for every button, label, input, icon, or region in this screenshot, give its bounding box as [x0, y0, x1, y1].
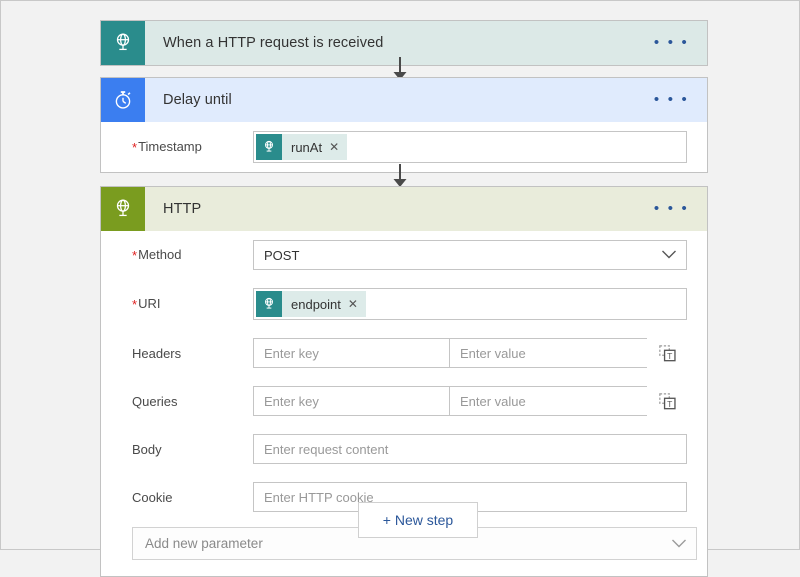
card-header-delay-until[interactable]: Delay until • • • [101, 78, 707, 122]
body-input[interactable]: Enter request content [253, 434, 687, 464]
field-control-uri: endpoint ✕ [253, 288, 687, 320]
add-new-parameter-label: Add new parameter [145, 536, 263, 551]
field-row-queries: Queries Enter key Enter value T [121, 377, 687, 425]
chevron-down-icon [671, 536, 687, 551]
field-label-queries: Queries [121, 394, 253, 409]
required-asterisk: * [132, 248, 137, 263]
card-header-trigger[interactable]: When a HTTP request is received • • • [101, 21, 707, 65]
close-icon[interactable]: ✕ [348, 298, 366, 310]
card-title-delay-until: Delay until [145, 92, 644, 108]
action-card-trigger[interactable]: When a HTTP request is received • • • [100, 20, 708, 66]
headers-value-input[interactable]: Enter value [449, 338, 647, 368]
timestamp-input[interactable]: runAt ✕ [253, 131, 687, 163]
field-row-uri: *URI [121, 279, 687, 329]
chevron-down-icon [661, 248, 677, 263]
card-body-delay-until: *Timestamp [101, 122, 707, 172]
field-control-timestamp: runAt ✕ [253, 131, 687, 163]
field-control-method: POST [253, 240, 687, 270]
queries-key-input[interactable]: Enter key [253, 386, 449, 416]
field-row-body: Body Enter request content [121, 425, 687, 473]
field-control-body: Enter request content [253, 434, 687, 464]
switch-to-text-mode-icon[interactable]: T [647, 393, 687, 410]
card-menu-button-http[interactable]: • • • [644, 204, 707, 214]
token-label: runAt [282, 140, 329, 155]
card-title-http: HTTP [145, 201, 644, 217]
field-label-uri: *URI [121, 296, 253, 312]
action-card-delay-until[interactable]: Delay until • • • *Timestamp [100, 77, 708, 173]
globe-icon [256, 134, 282, 160]
field-label-method: *Method [121, 247, 253, 263]
field-row-method: *Method POST [121, 231, 687, 279]
svg-text:T: T [667, 350, 672, 360]
designer-canvas: When a HTTP request is received • • • [1, 1, 799, 549]
card-menu-button-trigger[interactable]: • • • [644, 38, 707, 48]
field-control-queries: Enter key Enter value T [253, 386, 687, 416]
card-header-http[interactable]: HTTP • • • [101, 187, 707, 231]
token-chip-endpoint[interactable]: endpoint ✕ [256, 291, 366, 317]
headers-key-input[interactable]: Enter key [253, 338, 449, 368]
globe-icon [101, 187, 145, 231]
close-icon[interactable]: ✕ [329, 141, 347, 153]
field-label-timestamp: *Timestamp [121, 139, 253, 155]
field-label-body: Body [121, 442, 253, 457]
switch-to-text-mode-icon[interactable]: T [647, 345, 687, 362]
card-title-trigger: When a HTTP request is received [145, 35, 644, 51]
method-selected-value: POST [264, 248, 299, 263]
field-row-timestamp: *Timestamp [121, 122, 687, 172]
globe-icon [101, 21, 145, 65]
field-label-headers: Headers [121, 346, 253, 361]
field-control-headers: Enter key Enter value T [253, 338, 687, 368]
card-menu-button-delay-until[interactable]: • • • [644, 95, 707, 105]
required-asterisk: * [132, 140, 137, 155]
svg-text:T: T [667, 398, 672, 408]
stopwatch-icon [101, 78, 145, 122]
globe-icon [256, 291, 282, 317]
queries-value-input[interactable]: Enter value [449, 386, 647, 416]
token-chip-runat[interactable]: runAt ✕ [256, 134, 347, 160]
token-label: endpoint [282, 297, 348, 312]
uri-input[interactable]: endpoint ✕ [253, 288, 687, 320]
new-step-button[interactable]: + New step [358, 502, 478, 538]
field-row-headers: Headers Enter key Enter value T [121, 329, 687, 377]
field-label-cookie: Cookie [121, 490, 253, 505]
required-asterisk: * [132, 297, 137, 312]
method-select[interactable]: POST [253, 240, 687, 270]
